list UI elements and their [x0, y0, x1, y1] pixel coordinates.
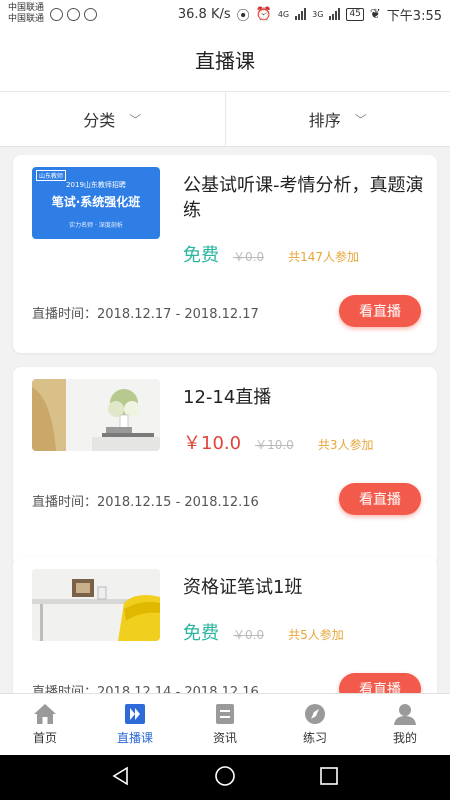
participant-count: 共3人参加	[317, 438, 374, 452]
course-title: 12-14直播	[183, 387, 272, 408]
leaf-icon: ❦	[369, 6, 381, 22]
location-icon: ⦿	[236, 8, 250, 24]
chevron-down-icon: ﹀	[129, 112, 142, 127]
sort-filter-label: 排序	[308, 111, 341, 130]
course-thumbnail: 山东教师 2019山东教师招聘 笔试·系统强化班 实力名师 · 深度剖析	[32, 167, 160, 239]
nav-mine[interactable]: 我的	[360, 694, 450, 755]
sort-filter[interactable]: 排序 ﹀	[224, 92, 450, 146]
course-price: ￥10.0	[183, 433, 242, 454]
thumbnail-title: 笔试·系统强化班	[51, 195, 141, 209]
live-time: 直播时间：2018.12.14 - 2018.12.16	[32, 685, 259, 693]
alarm-icon: ⏰	[255, 6, 272, 22]
back-icon[interactable]	[111, 766, 131, 790]
nav-live-label: 直播课	[116, 731, 153, 745]
status-bar: 中国联通 中国联通 36.8 K/s ⦿ ⏰ 4G 3G 45 ❦ 下午3:55	[0, 0, 450, 28]
system-nav-bar	[0, 755, 450, 800]
course-list[interactable]: 山东教师 2019山东教师招聘 笔试·系统强化班 实力名师 · 深度剖析 公基试…	[0, 147, 450, 693]
news-icon	[213, 703, 237, 725]
watch-live-button[interactable]: 看直播	[339, 295, 421, 327]
original-price: ￥10.0	[255, 438, 294, 452]
signal-icon-2	[329, 8, 341, 20]
nav-practice[interactable]: 练习	[270, 694, 360, 755]
live-icon	[123, 703, 147, 725]
carrier-info: 中国联通 中国联通	[8, 3, 44, 25]
thumbnail-subtitle: 2019山东教师招聘	[66, 181, 126, 189]
course-title: 资格证笔试1班	[183, 577, 303, 598]
compass-icon	[303, 703, 327, 725]
chevron-down-icon: ﹀	[354, 112, 367, 127]
course-card[interactable]: 山东教师 2019山东教师招聘 笔试·系统强化班 实力名师 · 深度剖析 公基试…	[13, 155, 437, 353]
office-image	[32, 569, 160, 641]
network-speed: 36.8 K/s	[177, 6, 231, 22]
nav-practice-label: 练习	[302, 731, 327, 745]
category-filter-label: 分类	[83, 111, 116, 130]
network-type-2: 3G	[312, 9, 324, 19]
nav-live[interactable]: 直播课	[90, 694, 180, 755]
nav-home-label: 首页	[32, 731, 57, 745]
filter-bar: 分类 ﹀ 排序 ﹀	[0, 91, 450, 147]
carrier-2: 中国联通	[8, 14, 45, 24]
refresh-icon	[84, 7, 98, 21]
home-circle-icon[interactable]	[214, 765, 236, 791]
network-type-1: 4G	[277, 9, 290, 19]
course-price: 免费	[183, 623, 219, 644]
course-thumbnail	[32, 569, 160, 641]
notification-icons	[50, 7, 98, 21]
original-price: ￥0.0	[233, 250, 265, 264]
app-icon	[67, 7, 81, 21]
course-card[interactable]: 12-14直播 ￥10.0 ￥10.0 共3人参加 直播时间：2018.12.1…	[13, 367, 437, 565]
price-row: ￥10.0 ￥10.0 共3人参加	[183, 429, 373, 455]
status-right: 36.8 K/s ⦿ ⏰ 4G 3G 45 ❦ 下午3:55	[178, 5, 442, 24]
course-thumbnail	[32, 379, 160, 451]
nav-home[interactable]: 首页	[0, 694, 90, 755]
user-icon	[393, 703, 417, 725]
live-time: 直播时间：2018.12.15 - 2018.12.16	[32, 495, 259, 510]
course-price: 免费	[183, 245, 219, 266]
nav-mine-label: 我的	[392, 731, 417, 745]
price-row: 免费 ￥0.0 共147人参加	[183, 241, 359, 267]
course-card[interactable]: 资格证笔试1班 免费 ￥0.0 共5人参加 直播时间：2018.12.14 - …	[13, 557, 437, 693]
home-icon	[33, 703, 57, 725]
nav-news[interactable]: 资讯	[180, 694, 270, 755]
course-title: 公基试听课-考情分析，真题演练	[183, 175, 424, 221]
recents-icon[interactable]	[319, 766, 339, 790]
live-time: 直播时间：2018.12.17 - 2018.12.17	[32, 307, 259, 322]
participant-count: 共5人参加	[288, 628, 344, 642]
participant-count: 共147人参加	[288, 250, 359, 264]
category-filter[interactable]: 分类 ﹀	[0, 92, 225, 146]
clock: 下午3:55	[386, 8, 442, 24]
page-header: 直播课	[0, 28, 450, 91]
watch-live-button[interactable]: 看直播	[339, 673, 421, 693]
original-price: ￥0.0	[233, 628, 265, 642]
signal-icon	[295, 8, 307, 20]
watch-live-button[interactable]: 看直播	[339, 483, 421, 515]
carrier-1: 中国联通	[8, 3, 45, 13]
battery-icon: 45	[346, 7, 364, 21]
nav-news-label: 资讯	[212, 731, 237, 745]
wechat-icon	[50, 7, 64, 21]
page-title: 直播课	[195, 49, 255, 73]
bottom-nav: 首页 直播课 资讯 练习 我的	[0, 693, 450, 755]
living-room-image	[32, 379, 160, 451]
thumbnail-tagline: 实力名师 · 深度剖析	[69, 222, 123, 229]
price-row: 免费 ￥0.0 共5人参加	[183, 619, 344, 645]
